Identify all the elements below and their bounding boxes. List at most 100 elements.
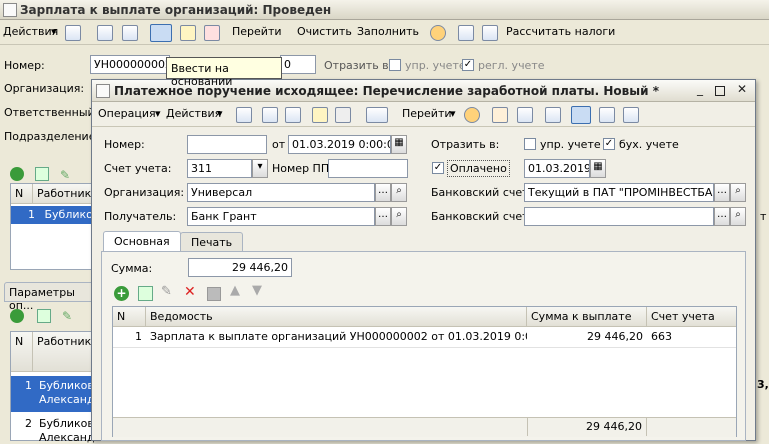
main-right-edge-text: т — [760, 210, 767, 223]
save-icon[interactable] — [236, 107, 252, 123]
main-edit-row-icon[interactable]: ✎ — [60, 168, 70, 182]
main-upr-label: упр. учете — [405, 59, 466, 72]
main-fill-menu[interactable]: Заполнить — [357, 25, 419, 38]
post-icon[interactable] — [180, 25, 196, 41]
move-up-icon[interactable]: ▲ — [230, 283, 240, 298]
table-row[interactable]: 1 Бубликов Александ — [11, 376, 95, 412]
table-row[interactable]: 1 Бубликов — [11, 206, 93, 224]
add-row-icon[interactable]: + — [114, 286, 129, 301]
enter-based-on-icon[interactable] — [366, 107, 388, 123]
journal-icon[interactable] — [545, 107, 561, 123]
bank2-search-icon[interactable]: ⌕ — [730, 207, 746, 226]
bank-search-icon[interactable]: ⌕ — [730, 183, 746, 202]
close-icon[interactable]: ✕ — [736, 83, 748, 96]
copy-row-icon[interactable] — [138, 286, 153, 301]
main-number-field[interactable]: УН000000002 — [90, 55, 170, 74]
dialog-actions-arrow-icon[interactable]: ▾ — [217, 107, 223, 120]
paid-checkbox[interactable]: ✓ — [432, 162, 444, 174]
edit-row-icon[interactable]: ✎ — [161, 284, 172, 299]
dialog-goto-arrow-icon[interactable]: ▾ — [450, 107, 456, 120]
main-copy-row-icon[interactable] — [35, 167, 49, 181]
add-icon[interactable] — [262, 107, 278, 123]
help-icon[interactable] — [464, 107, 480, 123]
paid-date-field[interactable]: 01.03.2019 — [524, 159, 590, 178]
end-edit-icon[interactable] — [207, 287, 221, 301]
bank2-label: Банковский счет: — [431, 210, 533, 223]
main-resp-label: Ответственный: — [4, 106, 99, 119]
params-grid: N Работник 1 Бубликов Александ 2 Бублико… — [10, 331, 95, 444]
row-n: 1 — [28, 208, 35, 221]
dt-kt-icon[interactable] — [492, 107, 508, 123]
refresh-icon[interactable] — [97, 25, 113, 41]
dialog-goto-menu[interactable]: Перейти — [402, 107, 452, 120]
table-row[interactable]: 2 Бубликов Александ — [11, 414, 95, 444]
tab-print[interactable]: Печать — [180, 232, 244, 252]
params-edit-icon[interactable]: ✎ — [62, 309, 72, 323]
params-add-icon[interactable] — [10, 309, 24, 323]
copy-icon[interactable] — [122, 25, 138, 41]
table-icon[interactable] — [458, 25, 474, 41]
main-actions-arrow-icon[interactable]: ▾ — [51, 25, 57, 38]
main-regl-checkbox[interactable]: ✓ — [462, 59, 474, 71]
upr-checkbox[interactable] — [524, 138, 536, 150]
help-icon[interactable] — [430, 25, 446, 41]
calc-taxes-menu[interactable]: Рассчитать налоги — [506, 25, 615, 38]
main-upr-checkbox[interactable] — [389, 59, 401, 71]
unpost-icon[interactable] — [204, 25, 220, 41]
list-settings-icon[interactable] — [623, 107, 639, 123]
move-down-icon[interactable]: ▼ — [252, 283, 262, 298]
recipient-field[interactable]: Банк Грант — [187, 207, 375, 226]
main-actions-menu[interactable]: Действия — [3, 25, 58, 38]
params-tab[interactable]: Параметры оп... — [4, 282, 96, 312]
main-col-n: N — [11, 184, 33, 204]
row-sum: 29 446,20 — [587, 330, 643, 343]
params-copy-icon[interactable] — [37, 309, 51, 323]
table-icon[interactable] — [599, 107, 615, 123]
org-search-icon[interactable]: ⌕ — [391, 183, 407, 202]
bank-field[interactable]: Текущий в ПАТ "ПРОМІНВЕСТБАНК" — [524, 183, 714, 202]
account-field[interactable]: 311 — [187, 159, 252, 178]
buh-checkbox[interactable]: ✓ — [603, 138, 615, 150]
copy-icon[interactable] — [285, 107, 301, 123]
post-icon[interactable] — [312, 107, 328, 123]
main-add-row-icon[interactable] — [10, 167, 24, 181]
tab-main[interactable]: Основная — [103, 231, 181, 252]
delete-row-icon[interactable]: ✕ — [184, 284, 196, 300]
operation-menu[interactable]: Операция — [98, 107, 156, 120]
recipient-select-button[interactable]: … — [375, 207, 391, 226]
bank-select-button[interactable]: … — [714, 183, 730, 202]
row-worker-line1: Бубликов — [39, 417, 94, 430]
unpost-icon[interactable] — [335, 107, 351, 123]
add-icon[interactable] — [65, 25, 81, 41]
operation-arrow-icon[interactable]: ▾ — [155, 107, 161, 120]
minimize-icon[interactable]: _ — [694, 83, 706, 96]
structure-icon[interactable] — [571, 106, 591, 124]
main-date-field[interactable]: 0 — [280, 55, 316, 74]
sum-field[interactable]: 29 446,20 — [188, 258, 292, 277]
table-header-sum: Сумма к выплате — [527, 307, 647, 327]
main-goto-menu[interactable]: Перейти — [232, 25, 282, 38]
paid-calendar-icon[interactable]: ▦ — [590, 159, 606, 178]
report-icon[interactable] — [517, 107, 533, 123]
recipient-search-icon[interactable]: ⌕ — [391, 207, 407, 226]
table-row[interactable]: 1 Зарплата к выплате организаций УН00000… — [113, 328, 736, 348]
pp-field[interactable] — [328, 159, 408, 178]
main-clear-button[interactable]: Очистить — [297, 25, 352, 38]
maximize-icon[interactable] — [715, 86, 725, 96]
date-field[interactable]: 01.03.2019 0:00:00 — [288, 135, 391, 154]
org-field[interactable]: Универсал — [187, 183, 375, 202]
bank2-field[interactable] — [524, 207, 714, 226]
bank2-select-button[interactable]: … — [714, 207, 730, 226]
params-col-n: N — [11, 332, 33, 372]
payment-order-dialog: Платежное поручение исходящее: Перечисле… — [91, 79, 756, 441]
table-total: 29 446,20 — [527, 418, 647, 436]
dialog-actions-menu[interactable]: Действия — [166, 107, 221, 120]
account-dropdown-icon[interactable]: ▾ — [252, 159, 268, 178]
list-settings-icon[interactable] — [482, 25, 498, 41]
row-worker-line2: Александ — [39, 431, 95, 444]
number-field[interactable] — [187, 135, 267, 154]
enter-based-on-button[interactable] — [150, 24, 172, 42]
paid-label: Оплачено — [447, 160, 510, 177]
calendar-icon[interactable]: ▦ — [391, 135, 407, 154]
org-select-button[interactable]: … — [375, 183, 391, 202]
